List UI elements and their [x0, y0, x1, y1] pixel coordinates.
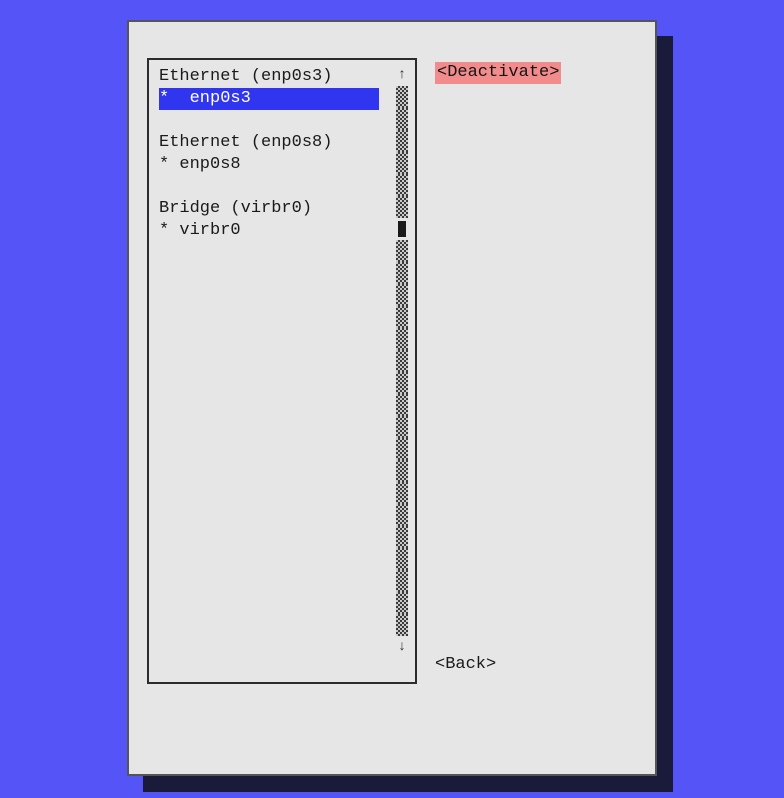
- scroll-track-segment[interactable]: [396, 350, 408, 372]
- list-header[interactable]: Ethernet (enp0s3): [159, 66, 409, 88]
- scroll-track-segment[interactable]: [396, 196, 408, 218]
- scroll-track-segment[interactable]: [396, 592, 408, 614]
- scroll-track-segment[interactable]: [396, 240, 408, 262]
- dialog-body: Ethernet (enp0s3) * enp0s3 Ethernet (enp…: [147, 58, 637, 756]
- scroll-track-segment[interactable]: [396, 86, 408, 108]
- scroll-track-segment[interactable]: [396, 504, 408, 526]
- list-header[interactable]: Bridge (virbr0): [159, 198, 409, 220]
- scroll-track-segment[interactable]: [396, 482, 408, 504]
- item-name: enp0s3: [190, 89, 251, 108]
- scroll-track-segment[interactable]: [396, 262, 408, 284]
- scroll-track-segment[interactable]: [396, 306, 408, 328]
- item-prefix: *: [159, 155, 179, 174]
- scroll-thumb[interactable]: [398, 221, 406, 237]
- connection-list[interactable]: Ethernet (enp0s3) * enp0s3 Ethernet (enp…: [147, 58, 417, 684]
- item-name: virbr0: [179, 221, 240, 240]
- scroll-track-segment[interactable]: [396, 108, 408, 130]
- scroll-down-icon[interactable]: ↓: [398, 636, 406, 658]
- item-prefix: *: [159, 89, 179, 108]
- connection-list-content: Ethernet (enp0s3) * enp0s3 Ethernet (enp…: [159, 66, 409, 676]
- scroll-track-segment[interactable]: [396, 152, 408, 174]
- scroll-track-segment[interactable]: [396, 174, 408, 196]
- list-header[interactable]: Ethernet (enp0s8): [159, 132, 409, 154]
- scroll-track-segment[interactable]: [396, 284, 408, 306]
- list-item-selected[interactable]: * enp0s3: [159, 88, 379, 110]
- list-item[interactable]: * virbr0: [159, 220, 409, 242]
- spacer: [159, 176, 409, 198]
- item-prefix: *: [159, 221, 179, 240]
- scroll-up-icon[interactable]: ↑: [398, 64, 406, 86]
- item-name: enp0s8: [179, 155, 240, 174]
- list-item[interactable]: * enp0s8: [159, 154, 409, 176]
- scroll-track-segment[interactable]: [396, 570, 408, 592]
- scrollbar[interactable]: ↑: [395, 64, 409, 658]
- scroll-track-segment[interactable]: [396, 372, 408, 394]
- spacer: [159, 110, 409, 132]
- scroll-track-segment[interactable]: [396, 460, 408, 482]
- scroll-track-segment[interactable]: [396, 394, 408, 416]
- scroll-track-segment[interactable]: [396, 438, 408, 460]
- scroll-track-segment[interactable]: [396, 548, 408, 570]
- back-button[interactable]: <Back>: [435, 654, 496, 676]
- scroll-track-segment[interactable]: [396, 130, 408, 152]
- dialog: Ethernet (enp0s3) * enp0s3 Ethernet (enp…: [127, 20, 657, 776]
- dialog-container: Ethernet (enp0s3) * enp0s3 Ethernet (enp…: [127, 20, 657, 776]
- scroll-track-segment[interactable]: [396, 416, 408, 438]
- scroll-track-segment[interactable]: [396, 614, 408, 636]
- scroll-track-segment[interactable]: [396, 328, 408, 350]
- scroll-track-segment[interactable]: [396, 526, 408, 548]
- action-column: <Deactivate> <Back>: [435, 58, 637, 756]
- deactivate-button[interactable]: <Deactivate>: [435, 62, 561, 84]
